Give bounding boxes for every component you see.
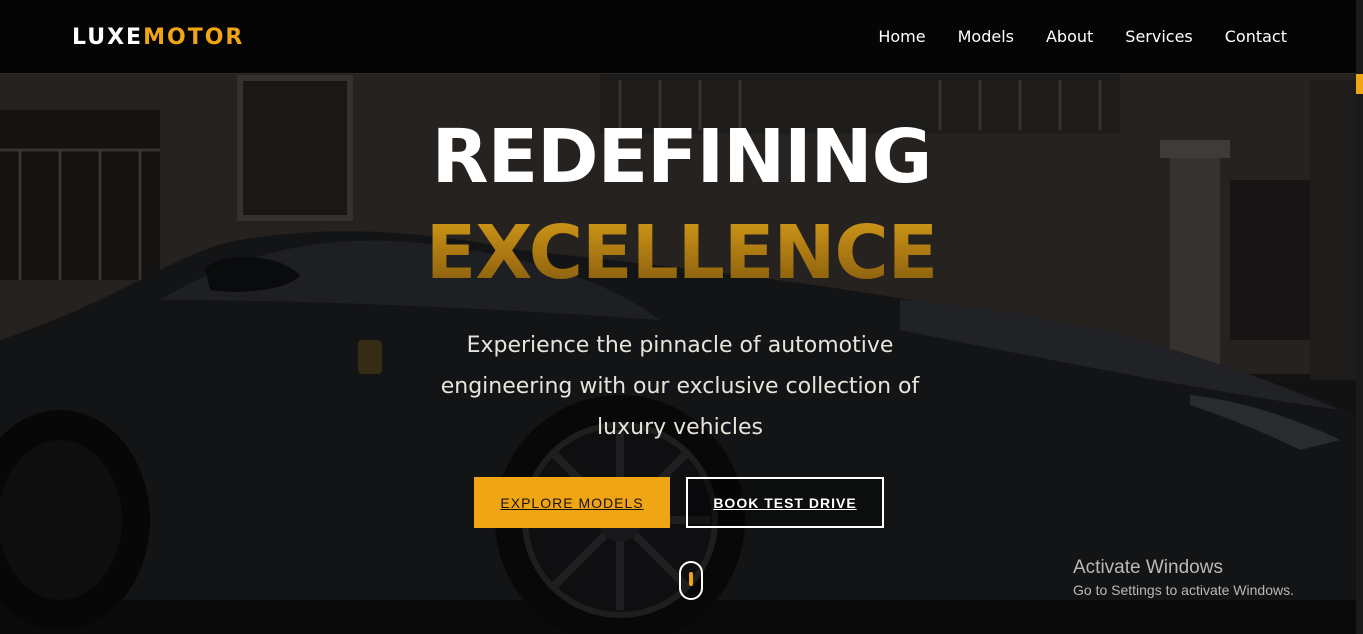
scroll-down-mouse-icon[interactable] — [679, 561, 703, 600]
brand-logo[interactable]: LUXEMOTOR — [72, 24, 244, 52]
scrollbar-thumb[interactable] — [1356, 74, 1363, 94]
top-navbar: LUXEMOTOR Home Models About Services Con… — [0, 0, 1356, 74]
nav-link-services[interactable]: Services — [1125, 26, 1192, 48]
explore-models-button[interactable]: EXPLORE MODELS — [474, 477, 670, 528]
nav-link-models[interactable]: Models — [958, 26, 1014, 48]
hero-dark-overlay — [0, 0, 1363, 634]
watermark-title: Activate Windows — [1073, 557, 1223, 578]
nav-link-about[interactable]: About — [1046, 26, 1093, 48]
hero-title-line2: EXCELLENCE — [0, 208, 1363, 298]
brand-logo-part2: MOTOR — [143, 25, 245, 50]
nav-link-home[interactable]: Home — [878, 26, 925, 48]
watermark-subtitle: Go to Settings to activate Windows. — [1073, 582, 1294, 598]
hero-title-line1: REDEFINING — [431, 114, 933, 200]
hero-subtitle: Experience the pinnacle of automotive en… — [440, 333, 920, 440]
book-test-drive-button[interactable]: BOOK TEST DRIVE — [686, 477, 884, 528]
mouse-wheel-indicator — [689, 572, 693, 586]
brand-logo-part1: LUXE — [72, 25, 144, 50]
page-scrollbar[interactable] — [1356, 0, 1363, 634]
main-nav: Home Models About Services Contact — [878, 26, 1287, 48]
windows-activation-watermark: Activate Windows Go to Settings to activ… — [1073, 556, 1294, 600]
nav-link-contact[interactable]: Contact — [1225, 26, 1287, 48]
hero-background — [0, 0, 1363, 634]
